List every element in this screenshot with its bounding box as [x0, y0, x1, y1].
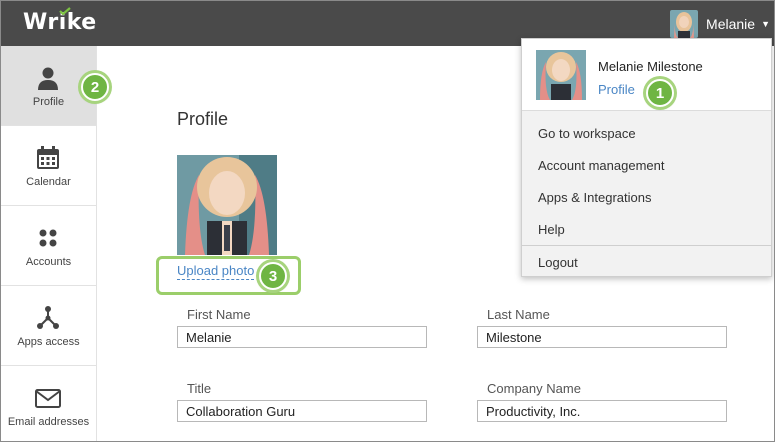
last-name-field[interactable] — [477, 326, 727, 348]
last-name-label: Last Name — [487, 307, 550, 322]
dropdown-profile-link[interactable]: Profile — [598, 82, 635, 97]
user-dropdown-menu: Melanie Milestone Profile Go to workspac… — [521, 38, 772, 277]
chevron-down-icon: ▼ — [761, 19, 770, 29]
sidebar-item-label: Email addresses — [7, 416, 90, 428]
dropdown-full-name: Melanie Milestone — [598, 59, 703, 74]
dropdown-avatar — [536, 50, 586, 100]
menu-item-apps-integrations[interactable]: Apps & Integrations — [538, 190, 651, 205]
sidebar-item-calendar[interactable]: Calendar — [1, 126, 96, 206]
page-title: Profile — [177, 109, 229, 129]
calendar-icon — [37, 146, 59, 169]
sidebar-item-label: Profile — [32, 96, 65, 108]
envelope-icon — [35, 389, 61, 408]
profile-photo — [177, 155, 277, 255]
title-label: Title — [187, 381, 212, 396]
user-menu-button[interactable]: Melanie ▼ — [670, 9, 770, 39]
sidebar-item-email-addresses[interactable]: Email addresses — [1, 366, 96, 441]
first-name-field[interactable] — [177, 326, 427, 348]
sidebar-item-accounts[interactable]: Accounts — [1, 206, 96, 286]
menu-item-go-to-workspace[interactable]: Go to workspace — [538, 126, 636, 141]
sidebar-item-label: Calendar — [26, 176, 71, 188]
menu-item-logout[interactable]: Logout — [538, 255, 578, 270]
menu-item-help[interactable]: Help — [538, 222, 565, 237]
upload-photo-link[interactable]: Upload photo — [177, 263, 255, 280]
title-field[interactable] — [177, 400, 427, 422]
person-icon — [38, 67, 58, 90]
dropdown-user-card: Melanie Milestone Profile — [522, 39, 771, 111]
settings-sidebar: Profile Calendar Accounts Apps access Em… — [1, 46, 97, 441]
logo-check-icon — [59, 7, 71, 15]
app-window: Wrike Melanie ▼ Profile Calendar Account… — [0, 0, 775, 442]
menu-divider — [522, 245, 771, 246]
menu-item-account-management[interactable]: Account management — [538, 158, 664, 173]
callout-badge-3: 3 — [259, 262, 287, 290]
network-icon — [37, 306, 59, 329]
sidebar-item-apps-access[interactable]: Apps access — [1, 286, 96, 366]
callout-badge-1: 1 — [646, 79, 674, 107]
grid-dots-icon — [39, 229, 57, 247]
user-avatar — [670, 10, 699, 38]
sidebar-item-label: Apps access — [17, 336, 80, 348]
sidebar-item-label: Accounts — [25, 256, 72, 268]
user-name: Melanie — [706, 16, 756, 32]
first-name-label: First Name — [187, 307, 251, 322]
callout-badge-2: 2 — [81, 73, 109, 101]
company-name-label: Company Name — [487, 381, 581, 396]
company-name-field[interactable] — [477, 400, 727, 422]
